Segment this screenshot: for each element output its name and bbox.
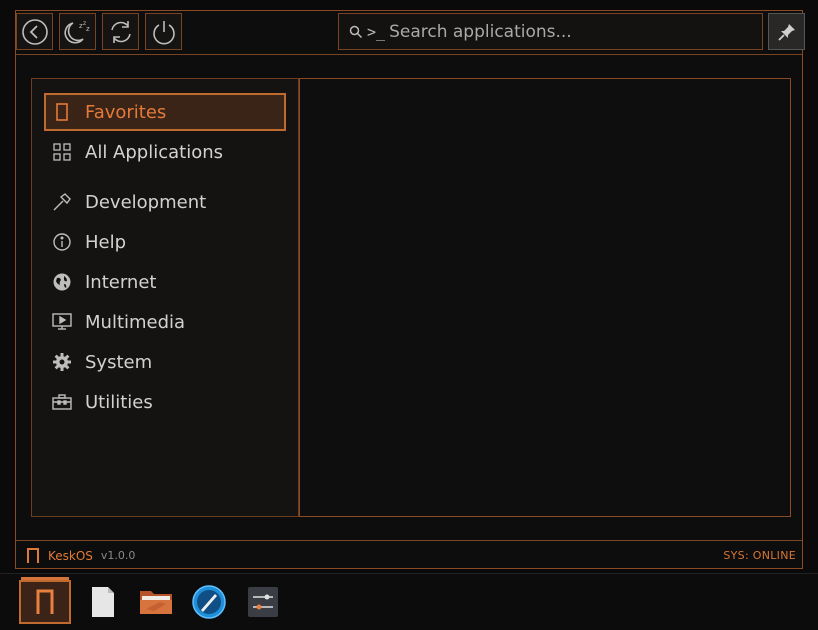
globe-icon	[51, 271, 73, 293]
category-label: All Applications	[85, 141, 223, 163]
taskbar-file-manager[interactable]	[130, 580, 182, 624]
taskbar-settings-mixer[interactable]	[237, 580, 289, 624]
search-input[interactable]: >_ Search applications...	[338, 13, 763, 50]
grid-icon	[51, 141, 73, 163]
version-label: v1.0.0	[100, 549, 136, 562]
keskos-logo-icon	[36, 589, 54, 614]
search-placeholder: Search applications...	[389, 21, 572, 42]
category-label: Utilities	[85, 391, 153, 413]
category-label: Favorites	[85, 101, 167, 123]
system-status: SYS: ONLINE	[723, 549, 796, 562]
power-button[interactable]	[145, 13, 182, 50]
category-favorites[interactable]: Favorites	[44, 93, 286, 131]
back-button[interactable]	[16, 13, 53, 50]
category-internet[interactable]: Internet	[44, 263, 286, 301]
keskos-logo-icon	[27, 547, 39, 563]
moon-zzz-icon: z z z	[63, 20, 90, 43]
application-list-panel	[299, 78, 791, 517]
toolbox-icon	[51, 391, 73, 413]
taskbar-text-editor[interactable]	[77, 580, 129, 624]
category-label: Help	[85, 231, 127, 253]
category-label: Development	[85, 191, 207, 213]
status-bar: KeskOS v1.0.0 SYS: ONLINE	[16, 540, 802, 570]
category-label: System	[85, 351, 153, 373]
search-icon	[349, 25, 363, 38]
monitor-play-icon	[51, 311, 73, 333]
pin-icon	[777, 23, 795, 41]
category-help[interactable]: Help	[44, 223, 286, 261]
back-arrow-icon	[21, 18, 48, 45]
taskbar	[0, 573, 818, 630]
brand: KeskOS v1.0.0	[26, 547, 136, 564]
restart-button[interactable]	[102, 13, 139, 50]
category-label: Multimedia	[85, 311, 186, 333]
taskbar-keskos-menu[interactable]	[19, 577, 71, 624]
folder-icon	[140, 591, 172, 614]
document-icon	[92, 587, 114, 617]
settings-sliders-icon	[248, 587, 278, 617]
topbar-divider	[16, 54, 802, 55]
sleep-button[interactable]: z z z	[59, 13, 96, 50]
search-prompt: >_	[367, 22, 386, 41]
browser-icon	[192, 585, 226, 619]
menu-topbar: z z z >_ Search applications...	[16, 11, 805, 55]
bookmark-icon	[51, 101, 73, 123]
brand-name: KeskOS	[48, 548, 93, 563]
hammer-icon	[51, 191, 73, 213]
category-utilities[interactable]: Utilities	[44, 383, 286, 421]
app-menu-window: z z z >_ Search applications... Favorite…	[15, 10, 805, 570]
category-system[interactable]: System	[44, 343, 286, 381]
category-label: Internet	[85, 271, 157, 293]
info-icon	[51, 231, 73, 253]
category-multimedia[interactable]: Multimedia	[44, 303, 286, 341]
category-all-applications[interactable]: All Applications	[44, 133, 286, 171]
gear-icon	[51, 351, 73, 373]
taskbar-browser[interactable]	[183, 580, 235, 624]
power-icon	[152, 20, 175, 44]
refresh-icon	[110, 20, 131, 43]
category-development[interactable]: Development	[44, 183, 286, 221]
svg-text:z: z	[86, 25, 90, 33]
category-sidebar: Favorites All Applications Development H…	[31, 78, 299, 517]
pin-button[interactable]	[768, 13, 805, 50]
